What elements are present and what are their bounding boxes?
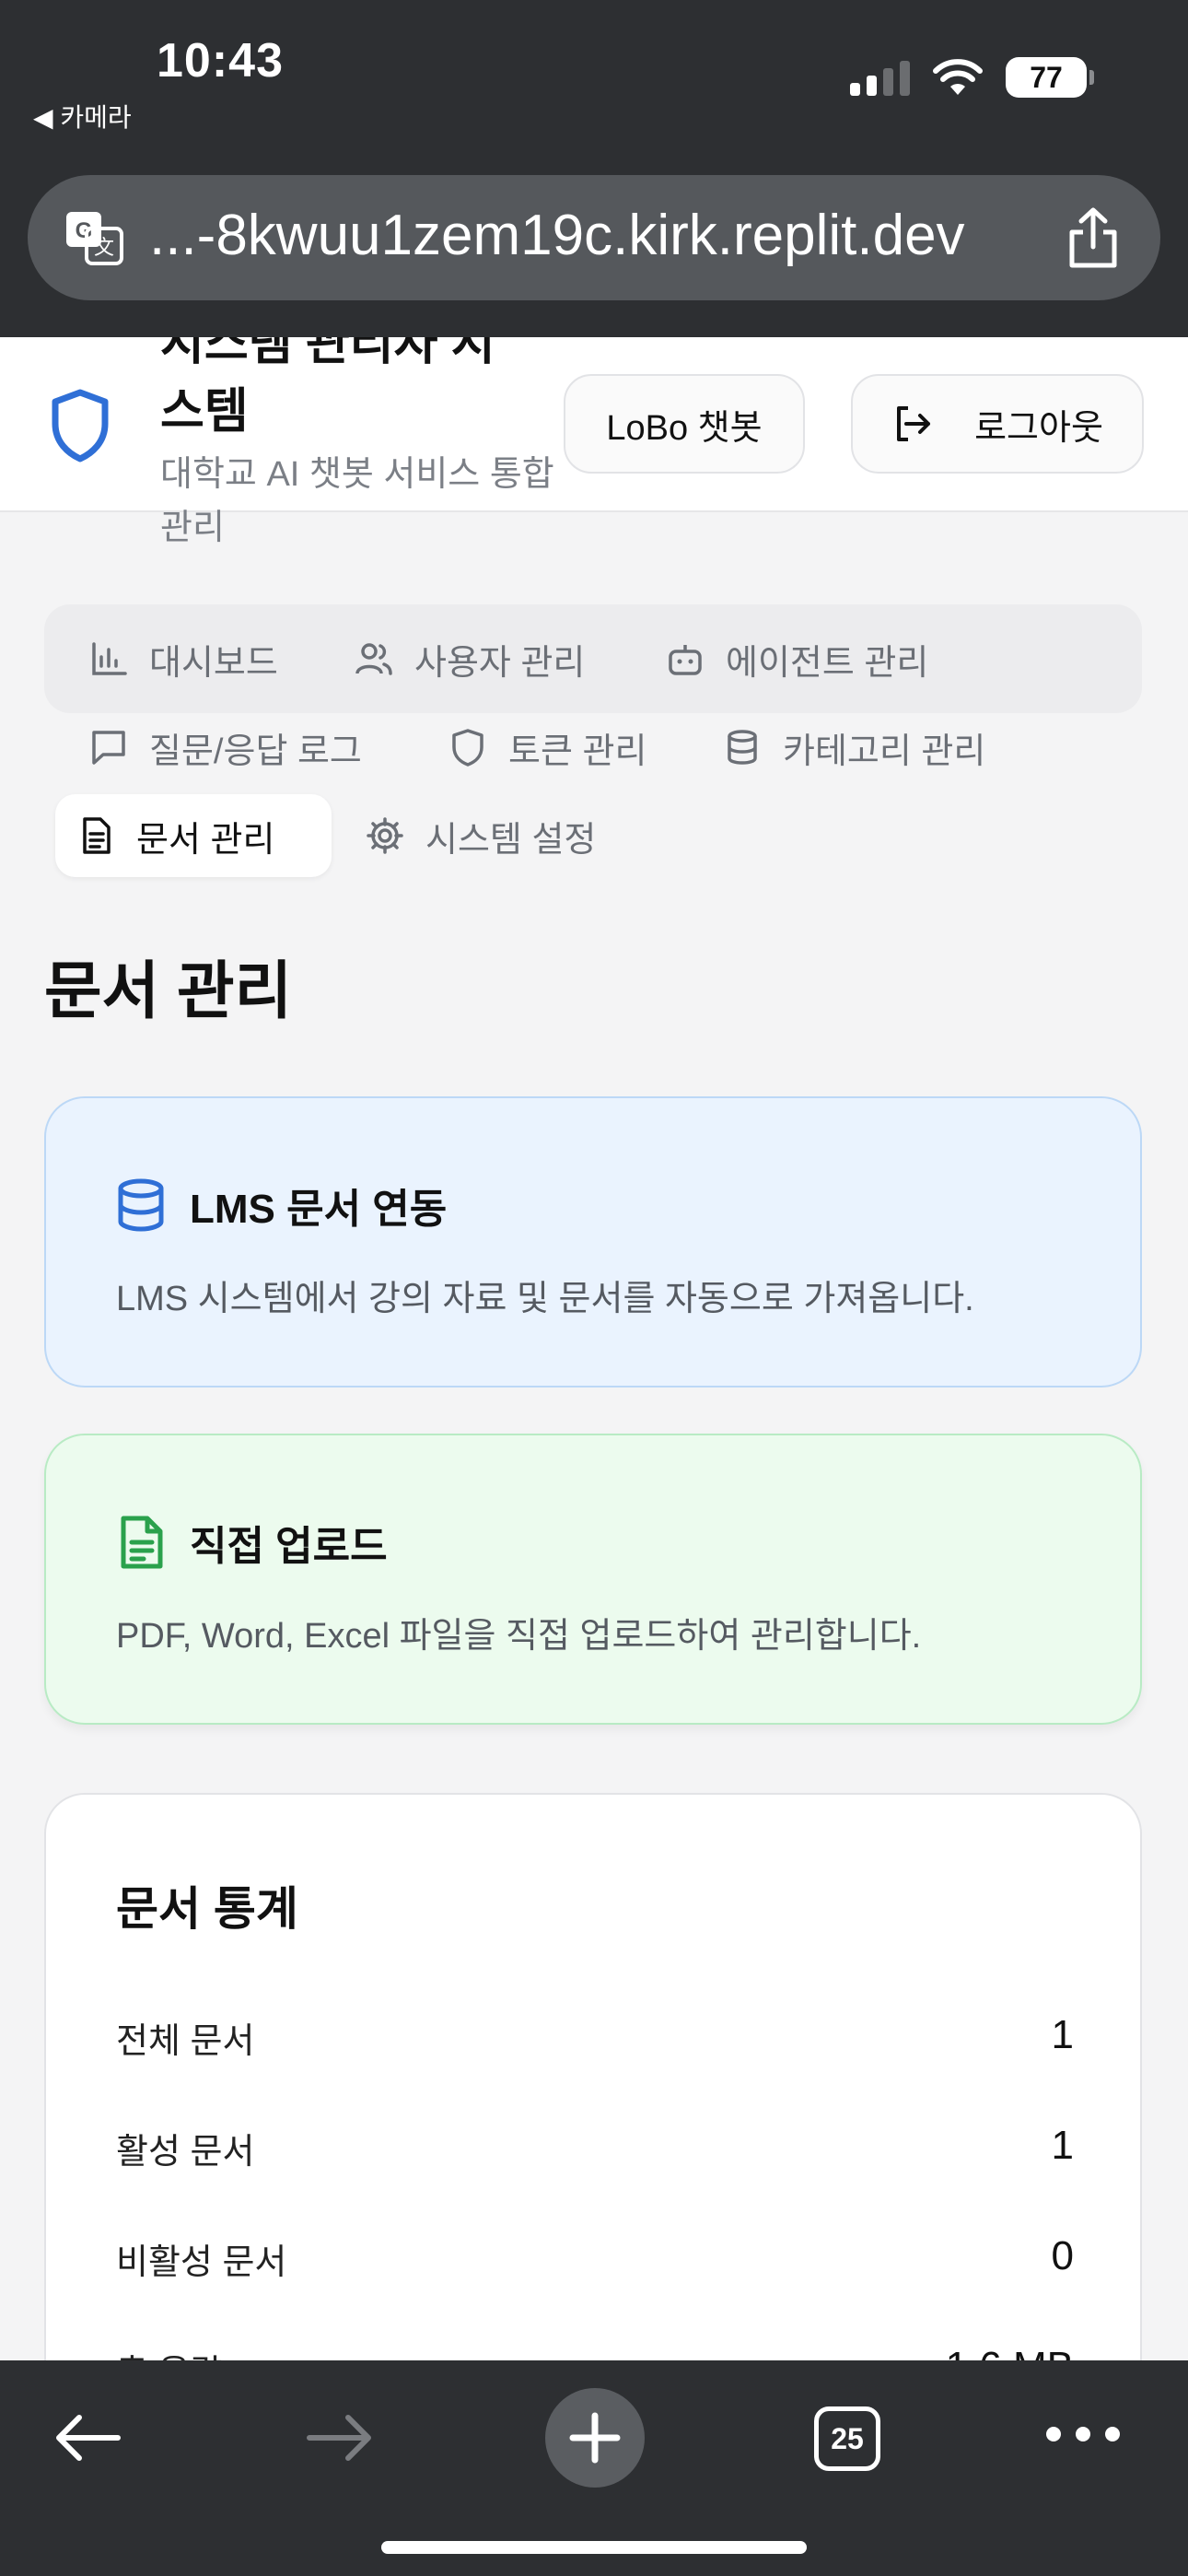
tab-settings[interactable]: 시스템 설정: [344, 794, 616, 877]
message-icon: [92, 731, 125, 765]
status-icons: 77: [850, 57, 1094, 98]
stats-title: 문서 통계: [116, 1883, 298, 1935]
stat-value: 1: [1051, 2012, 1074, 2057]
tab-dashboard-label: 대시보드: [149, 643, 278, 683]
browser-chrome-top: 10:43 ◀ 카메라 77 G 文 ...-8kwuu1zem19c.kirk…: [0, 0, 1188, 337]
stat-value: 0: [1051, 2233, 1074, 2278]
database-icon: [728, 730, 757, 765]
document-icon: [83, 817, 111, 854]
lms-card-desc: LMS 시스템에서 강의 자료 및 문서를 자동으로 가져옵니다.: [116, 1280, 974, 1318]
shield-logo-icon: [52, 389, 109, 463]
tab-categories-label: 카테고리 관리: [783, 732, 986, 771]
app-title-line2: 스템: [160, 385, 249, 439]
status-time: 10:43: [157, 34, 284, 88]
stat-label: 활성 문서: [116, 2133, 255, 2172]
tab-settings-label: 시스템 설정: [425, 820, 597, 860]
back-arrow-icon[interactable]: [52, 2410, 122, 2465]
forward-arrow-icon[interactable]: [306, 2410, 376, 2465]
stat-row-total: 전체 문서 1: [116, 2012, 1074, 2063]
more-icon[interactable]: [1046, 2427, 1120, 2441]
tab-documents[interactable]: 문서 관리: [55, 794, 332, 877]
url-bar[interactable]: G 文 ...-8kwuu1zem19c.kirk.replit.dev: [28, 175, 1160, 300]
new-tab-button[interactable]: [545, 2388, 645, 2488]
chatbot-button[interactable]: LoBo 챗봇: [564, 374, 805, 474]
url-text[interactable]: ...-8kwuu1zem19c.kirk.replit.dev: [149, 203, 965, 268]
logout-icon: [897, 406, 931, 441]
stat-row-inactive: 비활성 문서 0: [116, 2233, 1074, 2284]
wifi-icon: [933, 59, 983, 95]
gear-icon: [367, 817, 403, 854]
logout-button[interactable]: 로그아웃: [851, 374, 1144, 474]
back-to-app-link[interactable]: ◀ 카메라: [33, 98, 132, 135]
tab-qa-logs[interactable]: 질문/응답 로그: [68, 706, 382, 789]
direct-upload-card[interactable]: 직접 업로드 PDF, Word, Excel 파일을 직접 업로드하여 관리합…: [44, 1434, 1142, 1725]
translate-icon[interactable]: G 文: [64, 208, 123, 267]
stat-row-active: 활성 문서 1: [116, 2123, 1074, 2173]
tab-users-label: 사용자 관리: [414, 643, 586, 683]
lms-card-title: LMS 문서 연동: [116, 1176, 447, 1235]
svg-text:文: 文: [94, 237, 114, 260]
document-icon: [121, 1516, 163, 1569]
tab-documents-label: 문서 관리: [136, 820, 275, 860]
upload-card-title-text: 직접 업로드: [190, 1524, 388, 1569]
tabs-icon[interactable]: 25: [814, 2406, 880, 2471]
bar-chart-icon: [92, 642, 127, 675]
tab-agents-label: 에이전트 관리: [726, 643, 929, 683]
logout-label: 로그아웃: [974, 408, 1103, 448]
battery-icon: 77: [1006, 57, 1094, 98]
stat-label: 비활성 문서: [116, 2243, 287, 2282]
tab-categories[interactable]: 카테고리 관리: [702, 706, 1006, 789]
stat-label: 전체 문서: [116, 2022, 255, 2061]
users-icon: [355, 643, 392, 675]
home-indicator: [381, 2541, 807, 2554]
tab-agents[interactable]: 에이전트 관리: [645, 617, 949, 700]
share-icon[interactable]: [1063, 206, 1124, 271]
upload-card-desc: PDF, Word, Excel 파일을 직접 업로드하여 관리합니다.: [116, 1617, 922, 1656]
signal-icon: [850, 59, 910, 96]
tab-tokens-label: 토큰 관리: [508, 732, 647, 771]
upload-card-title: 직접 업로드: [116, 1513, 388, 1572]
lms-sync-card[interactable]: LMS 문서 연동 LMS 시스템에서 강의 자료 및 문서를 자동으로 가져옵…: [44, 1096, 1142, 1388]
tab-tokens[interactable]: 토큰 관리: [427, 706, 667, 789]
tab-dashboard[interactable]: 대시보드: [68, 617, 298, 700]
app-subtitle: 대학교 AI 챗봇 서비스 통합 관리: [160, 455, 554, 547]
database-icon: [118, 1178, 164, 1232]
app-title-line1: 시스템 관리자 시: [160, 337, 495, 370]
tab-users[interactable]: 사용자 관리: [333, 617, 605, 700]
stat-value: 1: [1051, 2123, 1074, 2168]
plus-icon: [569, 2412, 621, 2464]
shield-icon: [452, 729, 483, 767]
lms-card-title-text: LMS 문서 연동: [190, 1187, 448, 1232]
tab-qa-logs-label: 질문/응답 로그: [149, 732, 362, 771]
bot-icon: [669, 645, 702, 675]
page-title: 문서 관리: [44, 956, 293, 1026]
